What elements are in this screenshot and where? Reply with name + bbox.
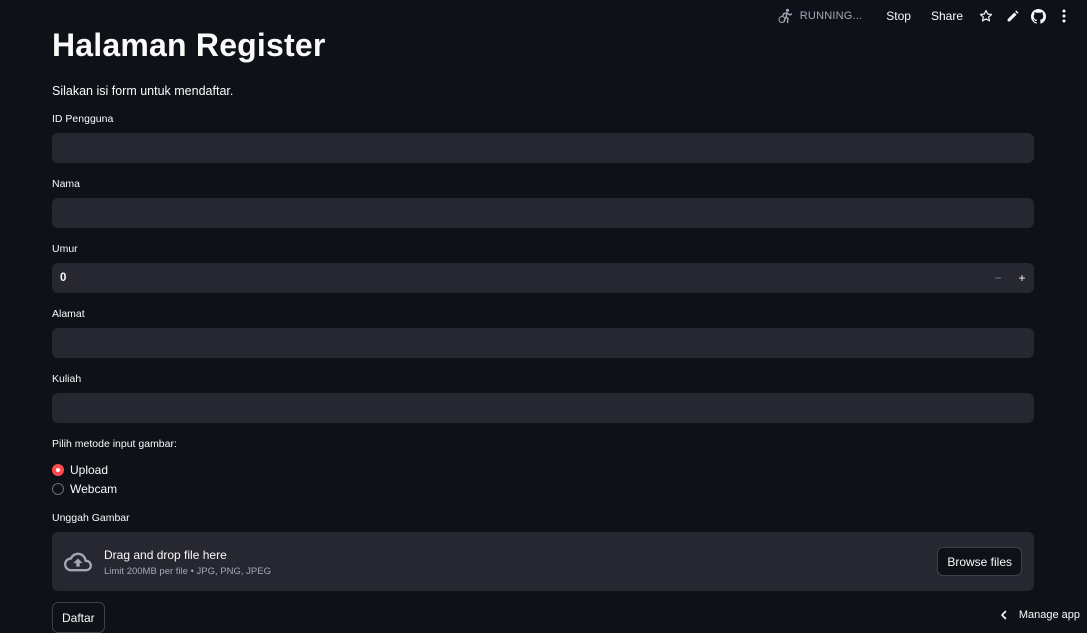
umur-increment-button[interactable]: + [1010,264,1034,292]
umur-input[interactable] [52,263,986,293]
umur-field-group: Umur − + [52,242,1034,293]
dropzone-text: Drag and drop file here Limit 200MB per … [104,547,937,577]
file-dropzone[interactable]: Drag and drop file here Limit 200MB per … [52,532,1034,591]
browse-files-button[interactable]: Browse files [937,547,1022,576]
manage-app-label: Manage app [1018,609,1080,621]
radio-webcam-indicator[interactable] [52,482,64,495]
manage-app-button[interactable]: Manage app [999,609,1080,621]
kuliah-input[interactable] [52,393,1034,423]
page-subtitle: Silakan isi form untuk mendaftar. [52,84,234,98]
unggah-gambar-label: Unggah Gambar [52,512,130,524]
alamat-field-group: Alamat [52,307,1034,358]
radio-option-upload[interactable]: Upload [52,460,1034,479]
running-status-text: RUNNING... [799,10,863,22]
radio-upload-indicator[interactable] [52,463,64,476]
running-status: RUNNING... [778,8,863,24]
alamat-label: Alamat [52,308,85,320]
cloud-upload-icon [64,548,92,576]
more-vertical-icon[interactable] [1051,0,1077,32]
kuliah-label: Kuliah [52,373,82,385]
nama-input[interactable] [52,198,1034,228]
main-content: Halaman Register Silakan isi form untuk … [52,26,1034,633]
dropzone-title: Drag and drop file here [104,547,227,562]
running-person-icon [778,8,794,24]
id-pengguna-label: ID Pengguna [52,113,114,125]
umur-decrement-button[interactable]: − [986,264,1010,292]
umur-number-input: − + [52,263,1034,293]
id-pengguna-input[interactable] [52,133,1034,163]
radio-upload-label: Upload [70,462,109,477]
alamat-input[interactable] [52,328,1034,358]
nama-label: Nama [52,178,81,190]
method-radio-group: Upload Webcam [52,460,1034,498]
daftar-button[interactable]: Daftar [52,602,105,633]
umur-label: Umur [52,243,78,255]
radio-webcam-label: Webcam [70,481,118,496]
method-label: Pilih metode input gambar: [52,438,177,450]
method-field-group: Pilih metode input gambar: Upload Webcam [52,437,1034,498]
chevron-left-icon [999,610,1009,620]
upload-field-group: Unggah Gambar Drag and drop file here Li… [52,511,1034,591]
radio-option-webcam[interactable]: Webcam [52,479,1034,498]
id-field-group: ID Pengguna [52,112,1034,163]
dropzone-subtitle: Limit 200MB per file • JPG, PNG, JPEG [104,565,271,577]
page-title: Halaman Register [52,27,326,63]
kuliah-field-group: Kuliah [52,372,1034,423]
nama-field-group: Nama [52,177,1034,228]
